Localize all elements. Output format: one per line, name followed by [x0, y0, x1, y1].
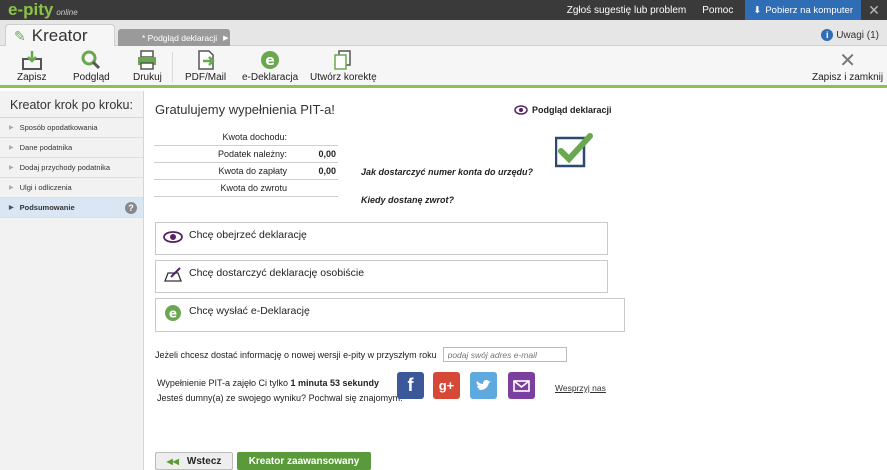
save-close-button[interactable]: ✕ Zapisz i zamknij	[812, 48, 883, 84]
play-icon: ▶	[223, 34, 229, 42]
faq-refund-link[interactable]: Kiedy dostanę zwrot?	[361, 195, 454, 205]
sidebar-title: Kreator krok po kroku:	[0, 91, 143, 118]
eye-icon	[163, 229, 183, 245]
share-text: Wypełnienie PIT-a zajęło Ci tylko 1 minu…	[157, 378, 403, 403]
email-input[interactable]	[442, 347, 567, 362]
newsletter-row: Jeżeli chcesz dostać informację o nowej …	[155, 347, 567, 362]
google-plus-icon[interactable]: g+	[433, 372, 460, 399]
triangle-icon: ▶	[9, 165, 14, 171]
deliver-personally-option[interactable]: Chcę dostarczyć deklarację osobiście	[155, 260, 608, 293]
sidebar-item-deductions[interactable]: ▶ Ulgi i odliczenia	[0, 178, 143, 198]
info-icon: i	[821, 29, 834, 41]
help-link[interactable]: Pomoc	[694, 5, 741, 16]
sidebar-item-income[interactable]: ▶ Dodaj przychody podatnika	[0, 158, 143, 178]
triangle-icon: ▶	[9, 145, 14, 151]
triangle-icon: ▶	[9, 185, 14, 191]
envelope-pen-icon	[163, 267, 183, 283]
download-icon: ⬇	[753, 4, 762, 16]
table-row: Kwota dochodu:	[154, 129, 338, 146]
sidebar: Kreator krok po kroku: ▶ Sposób opodatkow…	[0, 91, 144, 470]
e-logo-icon: e	[163, 305, 183, 321]
main-content: Gratulujemy wypełnienia PIT-a! Podgląd d…	[144, 91, 887, 470]
advanced-wizard-button[interactable]: Kreator zaawansowany	[237, 452, 371, 470]
printer-icon	[136, 48, 158, 72]
close-icon[interactable]: ✕	[861, 2, 887, 19]
save-icon	[21, 48, 43, 72]
export-icon	[195, 48, 217, 72]
svg-text:e: e	[169, 307, 177, 321]
wand-icon: ✎	[14, 27, 26, 44]
create-correction-button[interactable]: Utwórz korektę	[310, 48, 377, 83]
download-button[interactable]: ⬇ Pobierz na komputer	[745, 0, 861, 20]
checkmark-icon	[554, 133, 593, 168]
pdf-mail-button[interactable]: PDF/Mail	[185, 48, 226, 83]
twitter-icon[interactable]	[470, 372, 497, 399]
magnifier-icon	[80, 48, 102, 72]
page-title: Gratulujemy wypełnienia PIT-a!	[155, 102, 335, 117]
back-button[interactable]: ◀◀ Wstecz	[155, 452, 233, 470]
e-logo-icon: e	[259, 48, 281, 72]
faq-account-link[interactable]: Jak dostarczyć numer konta do urzędu?	[361, 167, 533, 177]
tab-kreator[interactable]: ✎ Kreator	[5, 24, 115, 47]
save-button[interactable]: Zapisz	[17, 48, 46, 83]
table-row: Podatek należny: 0,00	[154, 146, 338, 163]
toolbar: Zapisz Podgląd Drukuj PDF/Mail e e-Dekla…	[0, 46, 887, 88]
help-icon[interactable]: ?	[125, 201, 137, 214]
sidebar-item-summary[interactable]: ▶ Podsumowanie?	[0, 198, 143, 218]
send-e-declaration-option[interactable]: e Chcę wysłać e-Deklarację	[155, 298, 625, 332]
svg-text:e: e	[265, 53, 275, 69]
app-logo[interactable]: e-pity online	[0, 0, 78, 20]
documents-icon	[332, 48, 354, 72]
triangle-icon: ▶	[9, 125, 14, 131]
facebook-icon[interactable]: f	[397, 372, 424, 399]
triangle-icon: ▶	[9, 205, 14, 211]
double-arrow-left-icon: ◀◀	[166, 456, 179, 466]
mail-icon[interactable]	[508, 372, 535, 399]
tabs-bar: ✎ Kreator * Podgląd deklaracji ▶ i Uwagi …	[0, 20, 887, 47]
close-x-icon: ✕	[839, 49, 856, 72]
tab-preview[interactable]: * Podgląd deklaracji ▶	[118, 29, 230, 46]
sidebar-item-taxation[interactable]: ▶ Sposób opodatkowania	[0, 118, 143, 138]
notes-link[interactable]: i Uwagi (1)	[821, 29, 879, 41]
preview-declaration-link[interactable]: Podgląd deklaracji	[514, 105, 612, 115]
top-bar: e-pity online Zgłoś sugestię lub problem …	[0, 0, 887, 20]
view-declaration-option[interactable]: Chcę obejrzeć deklarację	[155, 222, 608, 255]
preview-button[interactable]: Podgląd	[73, 48, 110, 83]
e-declaration-button[interactable]: e e-Deklaracja	[242, 48, 298, 83]
summary-table: Kwota dochodu: Podatek należny: 0,00 Kwot…	[154, 129, 338, 197]
table-row: Kwota do zapłaty 0,00	[154, 163, 338, 180]
eye-icon	[514, 105, 528, 115]
table-row: Kwota do zwrotu	[154, 180, 338, 197]
support-link[interactable]: Wesprzyj nas	[555, 383, 606, 393]
suggest-link[interactable]: Zgłoś sugestię lub problem	[559, 5, 695, 16]
sidebar-item-taxpayer[interactable]: ▶ Dane podatnika	[0, 138, 143, 158]
print-button[interactable]: Drukuj	[133, 48, 162, 83]
